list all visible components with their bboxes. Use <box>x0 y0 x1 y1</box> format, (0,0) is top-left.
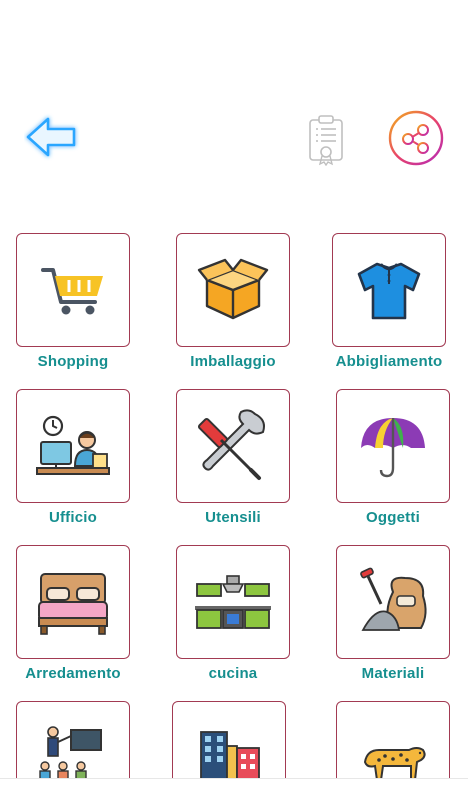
category-label: Materiali <box>361 665 425 682</box>
category-tile-city[interactable] <box>172 701 286 778</box>
shirt-icon <box>357 262 421 320</box>
kitchen-icon <box>195 575 271 629</box>
shopping-cart-icon <box>41 268 103 315</box>
bed-icon <box>38 573 108 635</box>
category-label: Utensili <box>205 509 261 526</box>
category-tile-arredamento[interactable]: Arredamento <box>16 545 130 682</box>
tools-icon <box>197 409 265 480</box>
category-tile-imballaggio[interactable]: Imballaggio <box>176 233 290 370</box>
category-label: Arredamento <box>25 665 121 682</box>
category-tile-cucina[interactable]: cucina <box>176 545 290 682</box>
category-label: cucina <box>208 665 258 682</box>
umbrella-icon <box>361 418 425 478</box>
category-tile-animals[interactable] <box>336 701 450 778</box>
box-icon <box>197 258 269 320</box>
category-label: Shopping <box>37 353 109 370</box>
buildings-icon <box>200 731 260 778</box>
teacher-icon <box>39 726 102 778</box>
bottom-edge <box>0 778 468 801</box>
office-worker-icon <box>36 415 110 475</box>
category-tile-education[interactable] <box>16 701 130 778</box>
category-tile-abbigliamento[interactable]: Abbigliamento <box>332 233 446 370</box>
category-tile-ufficio[interactable]: Ufficio <box>16 389 130 526</box>
sack-shovel-icon <box>360 567 427 631</box>
category-label: Imballaggio <box>190 353 276 370</box>
category-tile-oggetti[interactable]: Oggetti <box>336 389 450 526</box>
category-tile-materiali[interactable]: Materiali <box>336 545 450 682</box>
category-label: Ufficio <box>48 509 98 526</box>
category-label: Abbigliamento <box>335 353 443 370</box>
category-tile-shopping[interactable]: Shopping <box>16 233 130 370</box>
category-tile-utensili[interactable]: Utensili <box>176 389 290 526</box>
leopard-icon <box>363 747 426 778</box>
category-grid: Shopping Imballaggio Abbigliamento Uffic… <box>0 0 468 778</box>
category-label: Oggetti <box>366 509 420 526</box>
